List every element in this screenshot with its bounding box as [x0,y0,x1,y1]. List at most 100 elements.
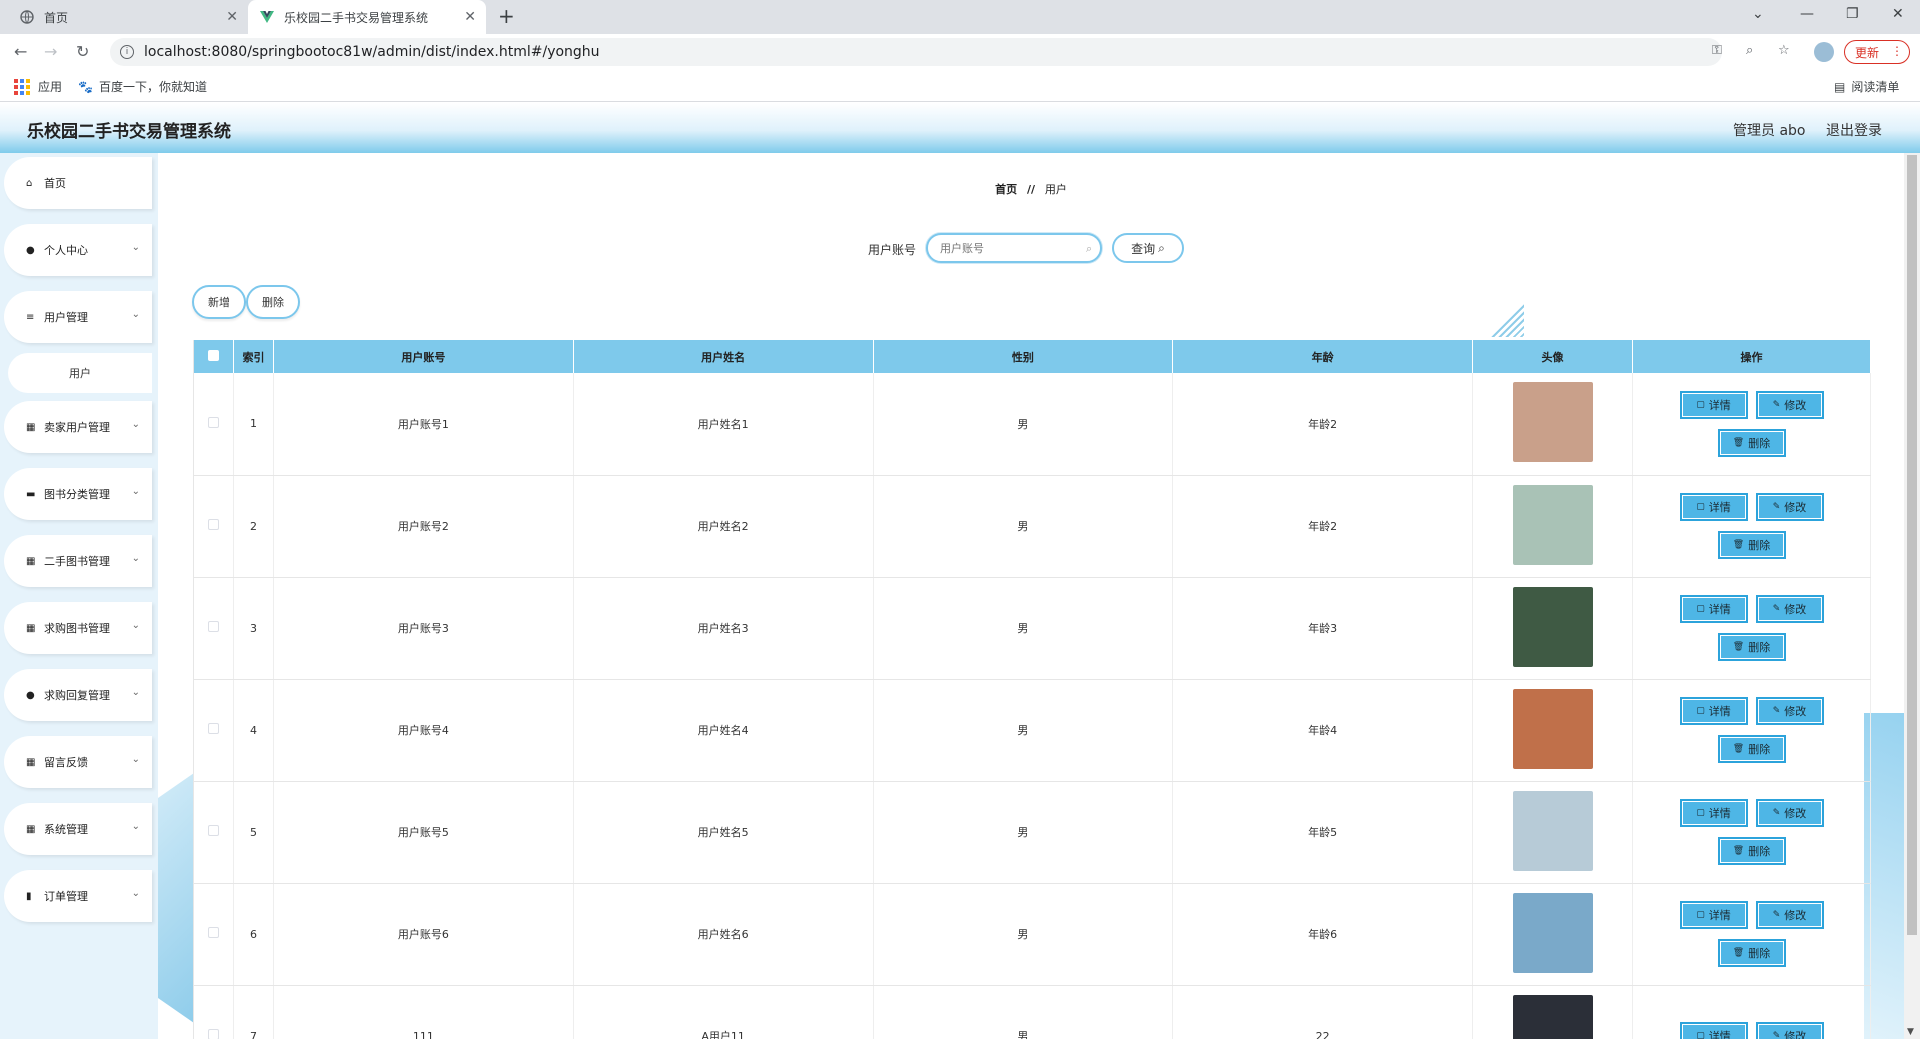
edit-button[interactable]: ✎ 修改 [1755,697,1824,725]
browser-tab-bar: 首页 ✕ 乐校园二手书交易管理系统 ✕ + ⌄ — ❐ ✕ [0,0,1920,34]
url-field[interactable]: i localhost:8080/springbootoc81w/admin/d… [110,38,1722,66]
key-icon[interactable]: ⚿ [1712,43,1722,58]
detail-button[interactable]: ▢ 详情 [1679,493,1748,521]
sidebar-item-personal-center[interactable]: ● 个人中心 ⌄ [4,224,152,276]
profile-avatar[interactable] [1814,42,1834,62]
minimize-icon[interactable]: — [1800,6,1814,22]
info-icon[interactable]: i [120,45,134,59]
close-window-icon[interactable]: ✕ [1892,6,1904,22]
document-icon: ▢ [1696,399,1705,410]
edit-button[interactable]: ✎ 修改 [1755,901,1824,929]
page-scrollbar[interactable]: ▼ [1904,153,1920,1039]
back-icon[interactable]: ← [14,42,27,61]
sidebar-item-seller-management[interactable]: ▦ 卖家用户管理 ⌄ [4,401,152,453]
row-checkbox[interactable] [207,1029,219,1039]
row-checkbox[interactable] [207,416,219,428]
breadcrumb-home[interactable]: 首页 [995,183,1017,196]
cell-age: 年龄3 [1172,577,1474,680]
delete-label: 删除 [1748,947,1771,960]
scroll-down-icon[interactable]: ▼ [1907,1027,1914,1037]
breadcrumb-separator: // [1026,183,1036,196]
forward-icon[interactable]: → [44,42,57,61]
reload-icon[interactable]: ↻ [76,42,89,61]
sidebar-item-book-category[interactable]: ▬ 图书分类管理 ⌄ [4,468,152,520]
delete-button[interactable]: 🗑 删除 [1717,428,1786,457]
row-checkbox[interactable] [207,825,219,836]
batch-delete-button[interactable]: 删除 [246,285,300,319]
edit-label: 修改 [1784,807,1807,820]
row-checkbox[interactable] [207,723,219,734]
star-icon[interactable]: ☆ [1778,43,1790,58]
sidebar-subitem-user[interactable]: 用户 [8,353,152,393]
close-tab-icon[interactable]: ✕ [464,9,476,25]
row-checkbox[interactable] [207,927,219,938]
delete-button[interactable]: 🗑 删除 [1717,837,1786,865]
row-select-cell[interactable] [193,781,234,884]
sidebar-item-wanted-books[interactable]: ▦ 求购图书管理 ⌄ [4,602,152,654]
detail-button[interactable]: ▢ 详情 [1679,799,1748,827]
reading-list[interactable]: ▤ 阅读清单 [1834,78,1899,95]
sidebar-item-home[interactable]: ⌂ 首页 [4,157,152,209]
edit-button[interactable]: ✎ 修改 [1755,1022,1824,1039]
delete-button[interactable]: 🗑 删除 [1717,735,1786,763]
chevron-down-icon: ⌄ [131,754,140,765]
search-icon: ⌕ [1158,240,1165,255]
row-select-cell[interactable] [193,373,234,476]
document-icon: ▢ [1696,706,1705,716]
chevron-down-icon: ⌄ [131,620,140,631]
select-all-checkbox[interactable] [207,349,219,361]
edit-button[interactable]: ✎ 修改 [1755,799,1824,827]
add-button[interactable]: 新增 [192,285,246,319]
row-select-cell[interactable] [193,475,234,578]
browser-tab-active[interactable]: 乐校园二手书交易管理系统 ✕ [248,0,486,34]
chevron-down-icon: ⌄ [131,888,140,899]
table-row: 2 用户账号2 用户姓名2 男年龄2 ▢ 详情 ✎ 修改 🗑 删除 [193,475,1871,578]
tab-search-icon[interactable]: ⌄ [1752,6,1764,22]
cell-index: 6 [233,883,274,986]
bookmark-baidu[interactable]: 🐾 百度一下，你就知道 [78,78,207,95]
delete-button[interactable]: 🗑 删除 [1717,531,1786,559]
detail-button[interactable]: ▢ 详情 [1679,390,1748,419]
row-checkbox[interactable] [207,621,219,632]
row-checkbox[interactable] [207,519,219,530]
close-tab-icon[interactable]: ✕ [226,9,238,25]
sidebar-item-used-books[interactable]: ▦ 二手图书管理 ⌄ [4,535,152,587]
delete-button[interactable]: 🗑 删除 [1717,939,1786,967]
detail-button[interactable]: ▢ 详情 [1679,595,1748,623]
bookmark-apps[interactable]: 应用 [14,78,62,95]
row-select-cell[interactable] [193,985,234,1039]
scrollbar-thumb[interactable] [1907,155,1917,935]
grid-icon: ▦ [26,622,36,634]
delete-button[interactable]: 🗑 删除 [1717,633,1786,661]
detail-button[interactable]: ▢ 详情 [1679,1022,1748,1039]
update-button[interactable]: 更新 ⋮ [1844,40,1910,64]
row-select-cell[interactable] [193,679,234,782]
sidebar-item-feedback[interactable]: ▦ 留言反馈 ⌄ [4,736,152,788]
zoom-icon[interactable]: ⌕ [1746,43,1753,58]
tab-title: 乐校园二手书交易管理系统 [284,10,429,25]
sidebar-item-wanted-replies[interactable]: ● 求购回复管理 ⌄ [4,669,152,721]
search-button[interactable]: 查询 ⌕ [1112,233,1184,263]
detail-button[interactable]: ▢ 详情 [1679,901,1748,929]
restore-icon[interactable]: ❐ [1846,6,1859,22]
edit-button[interactable]: ✎ 修改 [1755,493,1824,521]
sidebar-item-user-management[interactable]: ≡ 用户管理 ⌄ [4,291,152,343]
sidebar-item-label: 订单管理 [44,890,88,903]
row-select-cell[interactable] [193,883,234,986]
sidebar-item-orders[interactable]: ▮ 订单管理 ⌄ [4,870,152,922]
search-input[interactable] [926,233,1102,263]
row-select-cell[interactable] [193,577,234,680]
sidebar-item-system[interactable]: ▦ 系统管理 ⌄ [4,803,152,855]
table-row: 7 111 A用户11 男 22 ▢ 详情 ✎ 修改 [193,985,1871,1039]
edit-button[interactable]: ✎ 修改 [1755,595,1824,623]
chevron-down-icon: ⌄ [131,553,140,564]
new-tab-icon[interactable]: + [498,4,515,28]
pencil-icon: ✎ [1772,502,1781,512]
cell-gender: 男 [873,781,1174,884]
select-all-cell[interactable] [193,340,234,373]
browser-tab-home[interactable]: 首页 ✕ [8,0,248,34]
edit-button[interactable]: ✎ 修改 [1755,390,1824,419]
logout-link[interactable]: 退出登录 [1826,120,1882,140]
detail-button[interactable]: ▢ 详情 [1679,697,1748,725]
delete-label: 删除 [1748,436,1771,450]
